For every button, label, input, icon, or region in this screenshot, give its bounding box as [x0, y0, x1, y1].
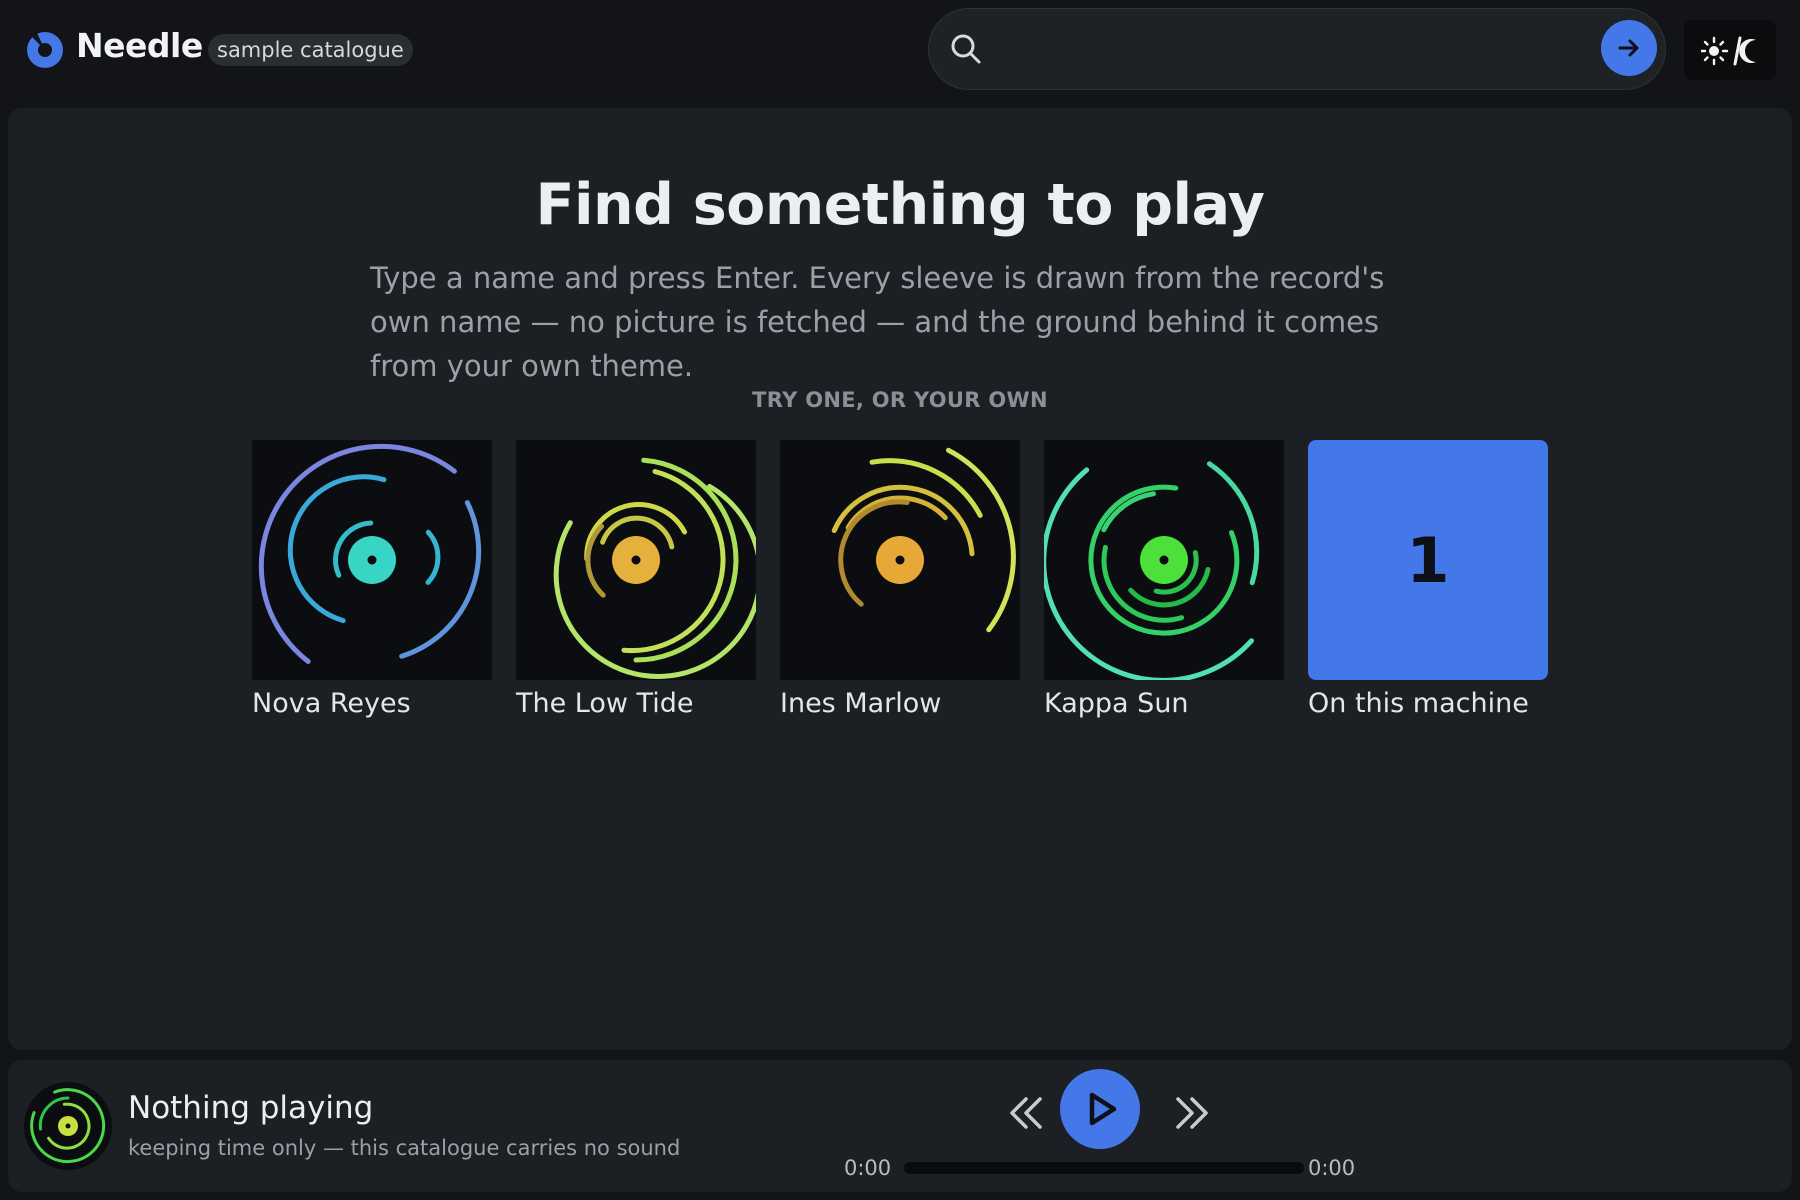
search-input[interactable]	[999, 23, 1563, 77]
previous-button[interactable]	[1004, 1090, 1050, 1136]
sleeve-art	[516, 440, 756, 680]
sleeve-nova-reyes[interactable]: Nova Reyes	[252, 440, 492, 719]
search-bar	[928, 8, 1666, 90]
play-icon	[1089, 1092, 1117, 1126]
sleeve-kappa-sun[interactable]: Kappa Sun	[1044, 440, 1284, 719]
sleeve-art	[1044, 440, 1284, 680]
vinyl-logo-icon	[27, 32, 63, 68]
sleeve-spindle	[631, 555, 641, 565]
time-total: 0:00	[1308, 1156, 1356, 1180]
player-bar: Nothing playing keeping time only — this…	[8, 1060, 1792, 1192]
progress-bar[interactable]	[904, 1162, 1304, 1174]
sleeve-ring	[399, 500, 482, 659]
sleeve-name: Nova Reyes	[252, 688, 411, 719]
sleeve-on-this-machine[interactable]: 1 On this machine	[1308, 440, 1548, 719]
now-playing-subtitle: keeping time only — this catalogue carri…	[128, 1136, 681, 1160]
sun-moon-icon	[1701, 36, 1756, 66]
sleeve-name: On this machine	[1308, 688, 1529, 719]
top-bar: Needle sample catalogue	[0, 0, 1800, 108]
page-title: Find something to play	[535, 172, 1265, 238]
sleeve-name: Ines Marlow	[780, 688, 942, 719]
sleeve-art	[780, 440, 1020, 680]
suggestions-label: TRY ONE, OR YOUR OWN	[752, 388, 1048, 412]
sleeve-spindle	[895, 555, 905, 565]
main-panel: Find something to play Type a name and p…	[8, 108, 1792, 1050]
time-elapsed: 0:00	[844, 1156, 892, 1180]
next-button[interactable]	[1168, 1090, 1214, 1136]
search-icon	[951, 34, 981, 64]
play-button[interactable]	[1060, 1069, 1140, 1149]
sleeve-art	[252, 440, 492, 680]
sleeve-ring	[946, 447, 1016, 633]
sleeve-ines-marlow[interactable]: Ines Marlow	[780, 440, 1020, 719]
sleeve-spindle	[367, 555, 377, 565]
search-submit-button[interactable]	[1601, 20, 1657, 76]
sleeve-ring	[425, 529, 441, 585]
arrow-right-icon	[1618, 39, 1639, 57]
sleeve-name: Kappa Sun	[1044, 688, 1189, 719]
now-playing-art	[24, 1082, 112, 1170]
sleeve-spindle	[1159, 555, 1169, 565]
sleeve-name: The Low Tide	[516, 688, 694, 719]
catalogue-badge: sample catalogue	[208, 34, 413, 66]
local-count-tile: 1	[1308, 440, 1548, 680]
page-description: Type a name and press Enter. Every sleev…	[370, 261, 1385, 383]
fast-forward-icon	[1176, 1097, 1208, 1129]
sleeve-the-low-tide[interactable]: The Low Tide	[516, 440, 756, 719]
brand-name[interactable]: Needle	[76, 26, 203, 65]
theme-toggle-button[interactable]	[1684, 20, 1776, 80]
now-playing-title: Nothing playing	[128, 1090, 374, 1126]
sleeve-ring	[1206, 461, 1260, 586]
rewind-icon	[1010, 1097, 1042, 1129]
